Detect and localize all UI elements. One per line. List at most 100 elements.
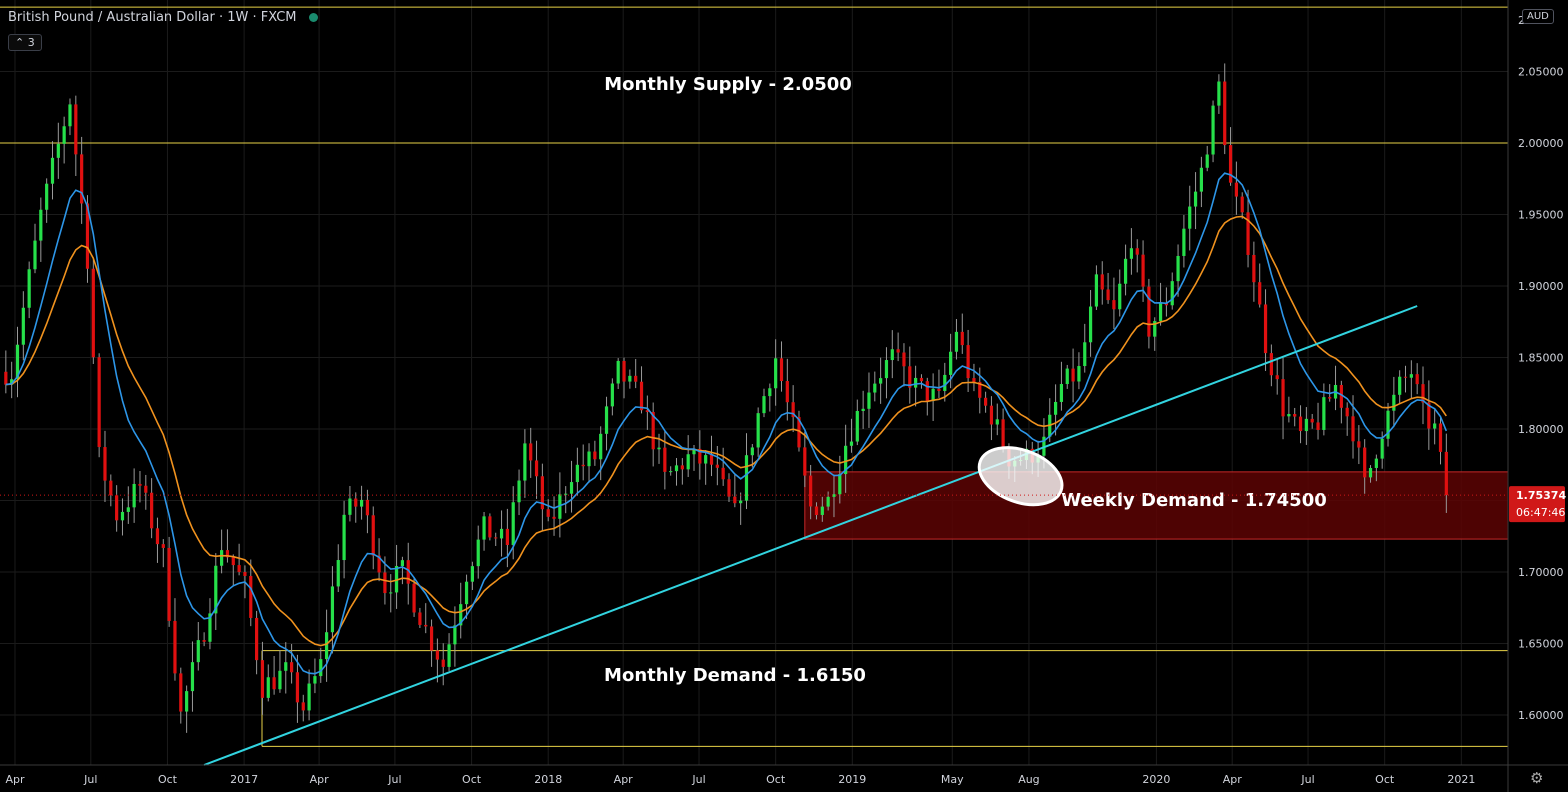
candle-bullish xyxy=(890,349,894,361)
candle-bullish xyxy=(1368,467,1373,478)
candle-bearish xyxy=(4,371,8,385)
candle-bullish xyxy=(855,410,859,442)
indicators-toggle[interactable]: ⌃ 3 xyxy=(8,34,42,51)
chevron-icon: ⌃ xyxy=(15,36,25,49)
symbol-title: British Pound / Australian Dollar xyxy=(8,10,215,25)
x-tick-label: 2019 xyxy=(838,773,866,786)
candle-bearish xyxy=(494,537,498,539)
candle-bearish xyxy=(1403,376,1408,378)
candle-bullish xyxy=(447,644,451,667)
candle-bearish xyxy=(138,483,142,486)
candle-bullish xyxy=(569,482,574,494)
candle-bearish xyxy=(249,575,253,618)
candle-bearish xyxy=(919,377,924,382)
candle-bearish xyxy=(115,495,119,521)
candle-bullish xyxy=(21,307,25,345)
candle-bullish xyxy=(1392,394,1396,411)
candle-bullish xyxy=(1170,281,1174,306)
candle-bullish xyxy=(196,640,200,663)
candle-bullish xyxy=(190,662,195,692)
candle-bullish xyxy=(768,388,772,397)
candle-bullish xyxy=(587,451,591,467)
candle-bullish xyxy=(523,443,527,481)
candle-bullish xyxy=(1059,384,1064,402)
y-tick-label: 1.85000 xyxy=(1518,351,1564,364)
candle-bearish xyxy=(1269,353,1273,376)
candle-bearish xyxy=(1438,423,1443,452)
y-tick-label: 1.95000 xyxy=(1518,208,1564,221)
candle-bullish xyxy=(756,413,760,448)
price-chart[interactable]: Monthly Supply - 2.0500 Weekly Demand - 1… xyxy=(0,0,1568,792)
candle-bullish xyxy=(739,500,743,504)
candle-bullish xyxy=(278,670,282,690)
x-tick-label: 2021 xyxy=(1447,773,1475,786)
candle-bullish xyxy=(1199,167,1203,192)
candle-bullish xyxy=(1158,302,1163,322)
candle-bearish xyxy=(1298,416,1303,432)
x-tick-label: Oct xyxy=(462,773,482,786)
candle-bearish xyxy=(202,640,206,642)
candle-bullish xyxy=(348,498,352,515)
candle-bullish xyxy=(342,514,346,561)
currency-badge[interactable]: AUD xyxy=(1522,9,1554,24)
candle-bearish xyxy=(622,360,626,382)
candle-bearish xyxy=(715,464,719,468)
candle-bullish xyxy=(1217,81,1221,106)
x-tick-label: Jul xyxy=(83,773,97,786)
candle-bearish xyxy=(680,465,684,470)
candle-bullish xyxy=(185,691,189,712)
candle-bullish xyxy=(762,396,766,414)
candle-bearish xyxy=(1281,379,1285,417)
candle-bearish xyxy=(1228,145,1233,183)
candle-bearish xyxy=(243,572,247,576)
candle-bearish xyxy=(155,528,160,545)
candle-bearish xyxy=(505,528,509,545)
candle-bullish xyxy=(884,360,889,379)
interval-label[interactable]: 1W xyxy=(227,10,248,25)
x-tick-label: Oct xyxy=(158,773,178,786)
candle-bullish xyxy=(744,455,749,501)
candle-bullish xyxy=(120,511,125,521)
candle-bearish xyxy=(634,375,638,382)
x-tick-label: Apr xyxy=(310,773,330,786)
candle-bullish xyxy=(1193,191,1198,207)
x-tick-label: 2018 xyxy=(534,773,562,786)
x-tick-label: May xyxy=(941,773,964,786)
candle-bearish xyxy=(960,331,964,346)
x-tick-label: Aug xyxy=(1018,773,1039,786)
candle-bullish xyxy=(33,240,37,270)
candle-bearish xyxy=(412,583,416,613)
candle-bearish xyxy=(109,480,113,496)
candle-bearish xyxy=(984,397,988,406)
candle-bullish xyxy=(220,550,224,566)
candle-bullish xyxy=(674,465,679,472)
candle-bullish xyxy=(266,677,270,698)
candle-bearish xyxy=(237,565,241,573)
candle-bearish xyxy=(1444,451,1448,496)
candle-bullish xyxy=(324,632,329,660)
y-tick-label: 1.65000 xyxy=(1518,637,1564,650)
candle-bullish xyxy=(1322,397,1326,430)
candle-bearish xyxy=(534,460,539,477)
candle-bearish xyxy=(1147,286,1151,337)
candle-bullish xyxy=(313,676,317,684)
candle-bearish xyxy=(424,624,428,627)
candle-bullish xyxy=(599,433,603,460)
candle-bearish xyxy=(150,492,154,529)
x-tick-label: Apr xyxy=(5,773,25,786)
candle-bullish xyxy=(1380,438,1384,459)
candle-bearish xyxy=(779,358,784,382)
y-tick-label: 1.80000 xyxy=(1518,423,1564,436)
x-tick-label: Oct xyxy=(766,773,786,786)
candle-bullish xyxy=(616,360,620,384)
gear-icon[interactable]: ⚙ xyxy=(1530,769,1543,787)
candle-bullish xyxy=(1205,154,1209,168)
candle-bearish xyxy=(803,447,807,476)
candle-bearish xyxy=(1135,248,1139,255)
candle-bearish xyxy=(1345,407,1349,417)
candle-bearish xyxy=(1252,254,1256,283)
candle-bullish xyxy=(943,374,947,391)
candle-bearish xyxy=(354,498,358,507)
candle-bullish xyxy=(453,625,457,645)
symbol-header[interactable]: British Pound / Australian Dollar · 1W ·… xyxy=(8,10,318,25)
